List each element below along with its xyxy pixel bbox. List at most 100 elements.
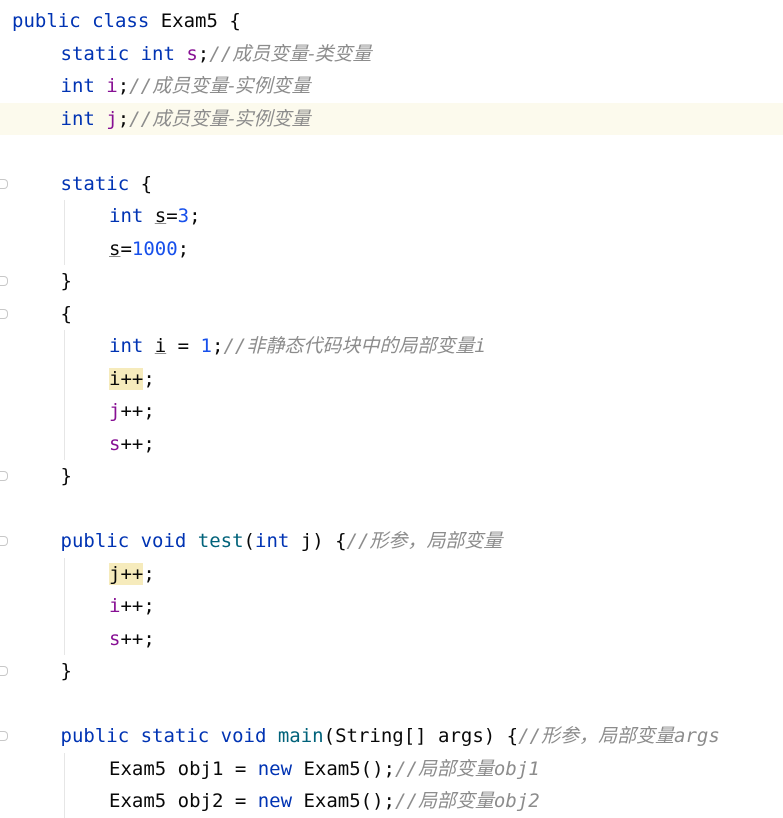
code-token: 局部变量 [417,757,494,780]
code-token: } [60,660,72,682]
code-token: s [109,237,121,260]
code-token: // [346,530,370,552]
code-token: 非静态代码块中的局部变量 [246,335,475,357]
code-token: obj1 [493,757,540,780]
code-token: int [109,335,155,357]
code-token: (String[] args) { [323,725,519,747]
code-line[interactable]: { [0,298,783,331]
code-token: } [60,270,72,292]
code-token: 局部变量 [417,790,494,812]
code-token: test [197,530,244,552]
code-line[interactable]: s=1000; [0,233,783,266]
code-token: static [140,725,221,747]
code-token: i [154,335,167,357]
code-token: public [60,725,141,747]
code-token: 3 [177,205,190,227]
code-token: = [120,237,132,260]
code-token: ; [117,107,130,130]
code-token: i [109,595,121,617]
code-line[interactable]: int s=3; [0,200,783,233]
code-token: public [60,530,141,552]
code-token: // [395,790,418,812]
code-line[interactable]: public void test(int j) {//形参，局部变量 [0,525,783,558]
code-token: ( [243,530,255,552]
code-token: 形参，局部变量 [540,725,674,747]
code-line[interactable]: public static void main(String[] args) {… [0,720,783,753]
code-line[interactable]: Exam5 obj1 = new Exam5();//局部变量obj1 [0,753,783,786]
code-token: j [106,107,118,130]
code-token: // [518,725,541,747]
code-line[interactable]: } [0,265,783,298]
code-token: 成员变量-实例变量 [152,75,311,97]
code-token: Exam5(); [303,790,395,812]
code-token: int [60,75,107,97]
code-token: public [12,10,93,32]
code-token: // [129,75,153,97]
indent-guide [64,752,65,818]
code-token: s [154,205,167,227]
code-token: i++ [109,367,144,390]
code-line[interactable]: static { [0,168,783,201]
code-token: ++; [120,400,155,422]
code-token: int [109,205,155,227]
code-line[interactable]: int i;//成员变量-实例变量 [0,70,783,103]
code-token: ++; [120,627,155,650]
code-line[interactable] [0,493,783,526]
code-token: j [109,400,121,422]
code-token: s [109,432,121,455]
code-token: s [109,627,121,650]
code-line[interactable] [0,688,783,721]
code-line[interactable]: int i = 1;//非静态代码块中的局部变量i [0,330,783,363]
code-token: // [129,107,153,130]
code-token: static [60,172,141,195]
code-token: Exam5(); [303,757,395,780]
code-token: void [220,725,278,747]
code-line[interactable]: public class Exam5 { [0,5,783,38]
code-token: // [223,335,247,357]
code-token: new [257,757,304,780]
code-line[interactable]: i++; [0,590,783,623]
code-line[interactable]: int j;//成员变量-实例变量 [0,102,783,135]
code-token: Exam5 obj1 = [109,757,258,780]
indent-guide [64,200,65,265]
code-token: 成员变量-实例变量 [152,107,311,130]
fold-marker-icon[interactable] [0,536,8,546]
fold-marker-icon[interactable] [0,471,8,481]
code-token: ; [189,205,201,227]
code-line[interactable]: i++; [0,363,783,396]
code-token: ; [143,562,155,585]
code-token: ; [143,367,155,390]
code-line[interactable]: s++; [0,428,783,461]
code-line[interactable]: static int s;//成员变量-类变量 [0,38,783,71]
fold-marker-icon[interactable] [0,178,8,189]
code-line[interactable]: j++; [0,558,783,591]
code-token: obj2 [493,790,540,812]
code-token: 1000 [131,237,178,260]
code-token: ++; [120,595,155,617]
code-token: int [255,530,301,552]
fold-marker-icon[interactable] [0,731,8,741]
code-token: int [140,42,187,65]
code-token: new [257,790,304,812]
code-token: = [166,335,201,357]
fold-marker-icon[interactable] [0,308,8,319]
code-token: void [140,530,198,552]
code-token: 成员变量-类变量 [232,42,372,65]
code-line[interactable]: } [0,460,783,493]
code-editor[interactable]: public class Exam5 {static int s;//成员变量-… [0,0,783,818]
code-token: int [60,107,107,130]
code-token: ; [197,42,210,65]
code-token: Exam5 { [160,10,241,32]
fold-marker-icon[interactable] [0,276,8,286]
fold-marker-icon[interactable] [0,666,8,676]
code-line[interactable]: } [0,655,783,688]
code-token: 形参，局部变量 [369,530,503,552]
code-token: j) { [300,530,347,552]
code-line[interactable]: s++; [0,623,783,656]
code-line[interactable]: j++; [0,395,783,428]
code-line[interactable] [0,135,783,168]
code-token: { [140,172,153,195]
code-token: ; [177,237,190,260]
code-token: ; [117,75,130,97]
code-token: // [395,757,418,780]
